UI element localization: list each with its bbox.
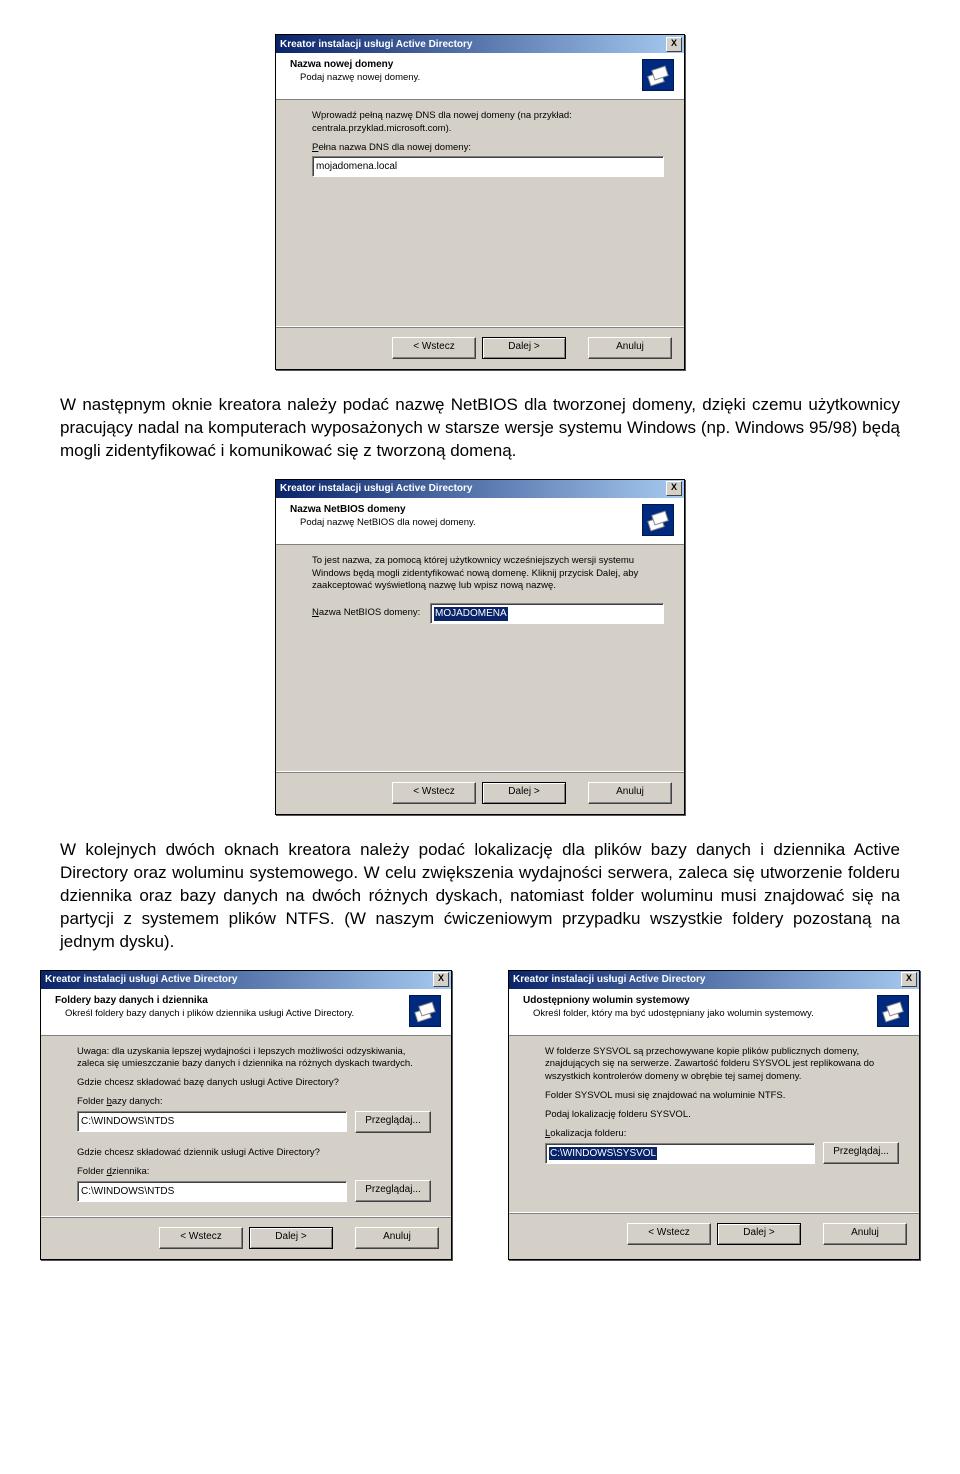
wizard-dialog-db-log-folders: Kreator instalacji usługi Active Directo…: [40, 970, 452, 1261]
instruction-text: To jest nazwa, za pomocą której użytkown…: [312, 555, 664, 593]
titlebar: Kreator instalacji usługi Active Directo…: [509, 971, 919, 989]
netbios-name-input[interactable]: MOJADOMENA: [430, 603, 664, 624]
cancel-button[interactable]: Anuluj: [355, 1227, 439, 1249]
cancel-button[interactable]: Anuluj: [588, 337, 672, 359]
sysvol-ntfs: Folder SYSVOL musi się znajdować na wolu…: [545, 1090, 899, 1103]
next-button[interactable]: Dalej >: [717, 1223, 801, 1245]
sysvol-location-label: Lokalizacja folderu:: [545, 1128, 899, 1141]
close-icon[interactable]: X: [901, 972, 917, 987]
db-folder-label: Folder bazy danych:: [77, 1096, 431, 1109]
titlebar-text: Kreator instalacji usługi Active Directo…: [513, 974, 705, 985]
db-question: Gdzie chcesz składować bazę danych usług…: [77, 1077, 431, 1090]
browse-button[interactable]: Przeglądaj...: [355, 1111, 431, 1133]
header-panel: Foldery bazy danych i dziennika Określ f…: [41, 989, 451, 1036]
ad-icon: [642, 59, 674, 91]
cancel-button[interactable]: Anuluj: [823, 1223, 907, 1245]
header-subtitle: Podaj nazwę nowej domeny.: [300, 72, 420, 84]
titlebar: Kreator instalacji usługi Active Directo…: [41, 971, 451, 989]
sysvol-desc: W folderze SYSVOL są przechowywane kopie…: [545, 1046, 899, 1084]
cancel-button[interactable]: Anuluj: [588, 782, 672, 804]
netbios-name-label: Nazwa NetBIOS domeny:: [312, 607, 422, 620]
browse-button[interactable]: Przeglądaj...: [823, 1142, 899, 1164]
header-title: Nazwa NetBIOS domeny: [290, 504, 476, 515]
wizard-dialog-sysvol: Kreator instalacji usługi Active Directo…: [508, 970, 920, 1261]
db-folder-input[interactable]: C:\WINDOWS\NTDS: [77, 1111, 347, 1132]
dialog-content: Uwaga: dla uzyskania lepszej wydajności …: [41, 1036, 451, 1217]
dialog-content: Wprowadź pełną nazwę DNS dla nowej domen…: [276, 100, 684, 326]
titlebar: Kreator instalacji usługi Active Directo…: [276, 480, 684, 498]
back-button[interactable]: < Wstecz: [392, 782, 476, 804]
warning-text: Uwaga: dla uzyskania lepszej wydajności …: [77, 1046, 431, 1072]
ad-icon: [409, 995, 441, 1027]
back-button[interactable]: < Wstecz: [392, 337, 476, 359]
back-button[interactable]: < Wstecz: [627, 1223, 711, 1245]
body-paragraph-2: W kolejnych dwóch oknach kreatora należy…: [60, 839, 900, 954]
dns-name-input[interactable]: mojadomena.local: [312, 156, 664, 177]
instruction-text: Wprowadź pełną nazwę DNS dla nowej domen…: [312, 110, 664, 136]
header-subtitle: Podaj nazwę NetBIOS dla nowej domeny.: [300, 517, 476, 529]
header-panel: Nazwa nowej domeny Podaj nazwę nowej dom…: [276, 53, 684, 100]
header-title: Nazwa nowej domeny: [290, 59, 420, 70]
ad-icon: [642, 504, 674, 536]
header-subtitle: Określ folder, który ma być udostępniany…: [533, 1008, 814, 1020]
button-row: < Wstecz Dalej > Anuluj: [509, 1212, 919, 1255]
titlebar-text: Kreator instalacji usługi Active Directo…: [45, 974, 237, 985]
dialog-content: To jest nazwa, za pomocą której użytkown…: [276, 545, 684, 771]
titlebar: Kreator instalacji usługi Active Directo…: [276, 35, 684, 53]
button-row: < Wstecz Dalej > Anuluj: [41, 1216, 451, 1259]
log-folder-label: Folder dziennika:: [77, 1166, 431, 1179]
dns-name-label: Pełna nazwa DNS dla nowej domeny:: [312, 142, 664, 155]
sysvol-location-input[interactable]: C:\WINDOWS\SYSVOL: [545, 1143, 815, 1164]
wizard-dialog-netbios-name: Kreator instalacji usługi Active Directo…: [275, 479, 685, 815]
ad-icon: [877, 995, 909, 1027]
dialog-content: W folderze SYSVOL są przechowywane kopie…: [509, 1036, 919, 1212]
next-button[interactable]: Dalej >: [482, 337, 566, 359]
header-subtitle: Określ foldery bazy danych i plików dzie…: [65, 1008, 354, 1020]
titlebar-text: Kreator instalacji usługi Active Directo…: [280, 39, 472, 50]
sysvol-prompt: Podaj lokalizację folderu SYSVOL.: [545, 1109, 899, 1122]
button-row: < Wstecz Dalej > Anuluj: [276, 771, 684, 814]
header-title: Foldery bazy danych i dziennika: [55, 995, 354, 1006]
close-icon[interactable]: X: [433, 972, 449, 987]
body-paragraph-1: W następnym oknie kreatora należy podać …: [60, 394, 900, 463]
header-panel: Nazwa NetBIOS domeny Podaj nazwę NetBIOS…: [276, 498, 684, 545]
next-button[interactable]: Dalej >: [482, 782, 566, 804]
button-row: < Wstecz Dalej > Anuluj: [276, 326, 684, 369]
close-icon[interactable]: X: [666, 37, 682, 52]
log-question: Gdzie chcesz składować dziennik usługi A…: [77, 1147, 431, 1160]
titlebar-text: Kreator instalacji usługi Active Directo…: [280, 483, 472, 494]
header-title: Udostępniony wolumin systemowy: [523, 995, 814, 1006]
wizard-dialog-new-domain-name: Kreator instalacji usługi Active Directo…: [275, 34, 685, 370]
close-icon[interactable]: X: [666, 481, 682, 496]
next-button[interactable]: Dalej >: [249, 1227, 333, 1249]
browse-button[interactable]: Przeglądaj...: [355, 1180, 431, 1202]
back-button[interactable]: < Wstecz: [159, 1227, 243, 1249]
log-folder-input[interactable]: C:\WINDOWS\NTDS: [77, 1181, 347, 1202]
header-panel: Udostępniony wolumin systemowy Określ fo…: [509, 989, 919, 1036]
